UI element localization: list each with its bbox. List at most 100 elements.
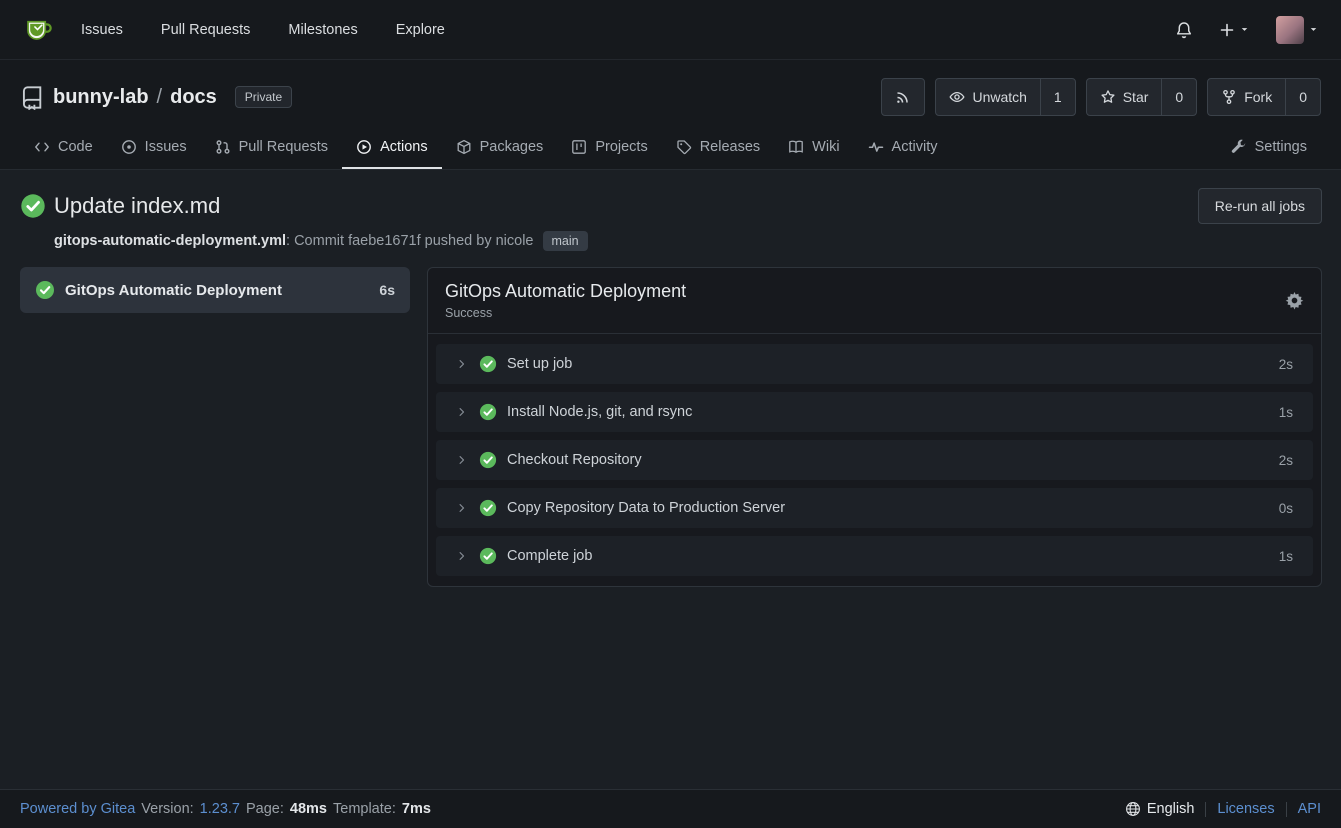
- tab-label: Code: [58, 139, 93, 155]
- navbar-right: [1175, 16, 1319, 44]
- commit-hash-link[interactable]: faebe1671f: [348, 233, 421, 249]
- watch-button-group: Unwatch 1: [935, 78, 1075, 116]
- version-value-link[interactable]: 1.23.7: [200, 801, 240, 817]
- step-name: Install Node.js, git, and rsync: [507, 404, 692, 420]
- footer-left: Powered by Gitea Version: 1.23.7 Page: 4…: [20, 801, 431, 817]
- job-list-item-selected[interactable]: GitOps Automatic Deployment 6s: [20, 267, 410, 313]
- success-check-circle-icon: [20, 193, 46, 219]
- template-time-value: 7ms: [402, 801, 431, 817]
- footer-divider: [1286, 802, 1287, 817]
- stars-count[interactable]: 0: [1161, 79, 1196, 115]
- step-row[interactable]: Set up job 2s: [436, 344, 1313, 384]
- tab-pull-requests[interactable]: Pull Requests: [201, 128, 342, 169]
- step-row[interactable]: Complete job 1s: [436, 536, 1313, 576]
- step-name: Set up job: [507, 356, 572, 372]
- page-time-value: 48ms: [290, 801, 327, 817]
- nav-milestones[interactable]: Milestones: [288, 22, 357, 38]
- run-view: Update index.md Re-run all jobs gitops-a…: [0, 170, 1341, 789]
- pull-request-icon: [215, 139, 231, 155]
- step-row[interactable]: Checkout Repository 2s: [436, 440, 1313, 480]
- rss-button-group: [881, 78, 925, 116]
- step-row[interactable]: Install Node.js, git, and rsync 1s: [436, 392, 1313, 432]
- code-icon: [34, 139, 50, 155]
- page-time-label: Page:: [246, 801, 284, 817]
- repo-owner-link[interactable]: bunny-lab: [53, 86, 149, 109]
- tab-settings[interactable]: Settings: [1217, 128, 1321, 169]
- repo-name-group: bunny-lab / docs Private: [20, 85, 292, 110]
- tab-label: Wiki: [812, 139, 839, 155]
- rss-button[interactable]: [882, 79, 924, 115]
- fork-button-group: Fork 0: [1207, 78, 1321, 116]
- nav-pull-requests[interactable]: Pull Requests: [161, 22, 250, 38]
- tab-label: Activity: [892, 139, 938, 155]
- branch-badge[interactable]: main: [543, 231, 588, 251]
- run-title: Update index.md: [54, 193, 220, 219]
- tab-code[interactable]: Code: [20, 128, 107, 169]
- tab-issues[interactable]: Issues: [107, 128, 201, 169]
- repo-actions: Unwatch 1 Star 0: [881, 78, 1321, 116]
- notifications-button[interactable]: [1175, 21, 1193, 39]
- gitea-logo[interactable]: [22, 14, 53, 45]
- licenses-link[interactable]: Licenses: [1217, 801, 1274, 817]
- star-icon: [1100, 89, 1116, 105]
- step-row[interactable]: Copy Repository Data to Production Serve…: [436, 488, 1313, 528]
- tab-packages[interactable]: Packages: [442, 128, 558, 169]
- job-options-button[interactable]: [1285, 291, 1304, 310]
- page: Issues Pull Requests Milestones Explore: [0, 0, 1341, 828]
- success-check-circle-icon: [35, 280, 55, 300]
- tab-projects[interactable]: Projects: [557, 128, 661, 169]
- create-new-button[interactable]: [1219, 22, 1250, 38]
- tab-label: Releases: [700, 139, 760, 155]
- success-check-circle-icon: [479, 355, 497, 373]
- run-title-line: Update index.md: [20, 193, 220, 219]
- tab-activity[interactable]: Activity: [854, 128, 952, 169]
- tab-actions[interactable]: Actions: [342, 128, 442, 169]
- step-duration: 1s: [1279, 549, 1293, 564]
- tab-label: Actions: [380, 139, 428, 155]
- watchers-count[interactable]: 1: [1040, 79, 1075, 115]
- book-icon: [788, 139, 804, 155]
- rerun-all-jobs-button[interactable]: Re-run all jobs: [1198, 188, 1322, 224]
- tab-wiki[interactable]: Wiki: [774, 128, 853, 169]
- commit-author-text: pushed by nicole: [421, 233, 534, 249]
- tab-label: Projects: [595, 139, 647, 155]
- user-menu-button[interactable]: [1276, 16, 1319, 44]
- star-button[interactable]: Star: [1087, 79, 1162, 115]
- unwatch-button[interactable]: Unwatch: [936, 79, 1039, 115]
- tab-label: Settings: [1255, 139, 1307, 155]
- step-duration: 2s: [1279, 357, 1293, 372]
- job-detail-panel: GitOps Automatic Deployment Success: [427, 267, 1322, 587]
- tools-icon: [1231, 139, 1247, 155]
- rss-icon: [895, 89, 911, 105]
- nav-explore[interactable]: Explore: [396, 22, 445, 38]
- issue-circle-dot-icon: [121, 139, 137, 155]
- template-time-label: Template:: [333, 801, 396, 817]
- commit-prefix: : Commit: [286, 233, 348, 249]
- repo-header: bunny-lab / docs Private: [0, 60, 1341, 170]
- language-selector[interactable]: English: [1125, 801, 1195, 817]
- chevron-right-icon: [456, 406, 468, 418]
- repo-icon: [20, 85, 45, 110]
- step-name: Checkout Repository: [507, 452, 642, 468]
- forks-count[interactable]: 0: [1285, 79, 1320, 115]
- top-navbar: Issues Pull Requests Milestones Explore: [0, 0, 1341, 60]
- tab-releases[interactable]: Releases: [662, 128, 774, 169]
- run-subtitle: gitops-automatic-deployment.yml: Commit …: [54, 231, 1322, 251]
- fork-button[interactable]: Fork: [1208, 79, 1285, 115]
- language-label: English: [1147, 801, 1195, 817]
- gitea-logo-icon: [22, 14, 53, 45]
- repo-name-link[interactable]: docs: [170, 86, 217, 109]
- package-icon: [456, 139, 472, 155]
- play-circle-icon: [356, 139, 372, 155]
- tab-label: Packages: [480, 139, 544, 155]
- plus-icon: [1219, 22, 1235, 38]
- version-label: Version:: [141, 801, 193, 817]
- step-duration: 0s: [1279, 501, 1293, 516]
- project-board-icon: [571, 139, 587, 155]
- nav-issues[interactable]: Issues: [81, 22, 123, 38]
- step-name: Copy Repository Data to Production Serve…: [507, 500, 785, 516]
- pulse-icon: [868, 139, 884, 155]
- api-link[interactable]: API: [1298, 801, 1321, 817]
- powered-by-gitea-link[interactable]: Powered by Gitea: [20, 801, 135, 817]
- chevron-right-icon: [456, 502, 468, 514]
